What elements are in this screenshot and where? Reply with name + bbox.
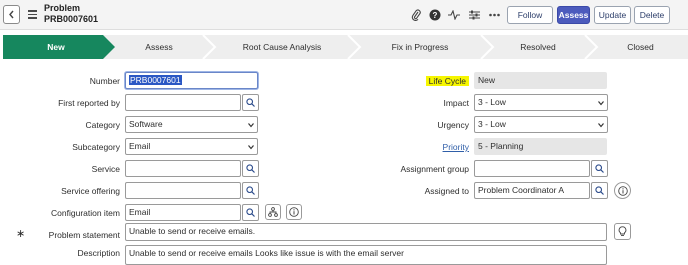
configuration-item-field[interactable]: Email [125,204,241,221]
life-cycle-field: New [474,72,607,89]
category-value: Software [129,119,163,129]
stage-new: New [47,42,65,52]
chevron-down-icon [598,101,604,106]
number-value: PRB0007601 [129,75,182,85]
update-button[interactable]: Update [594,6,631,24]
stage-closed: Closed [627,42,654,52]
assess-button[interactable]: Assess [557,6,590,24]
assignment-group-label: Assignment group [400,164,469,174]
search-icon [595,186,604,195]
activity-icon[interactable] [447,8,461,22]
assignment-group-field[interactable] [474,160,590,177]
hierarchy-icon [268,207,278,217]
urgency-value: 3 - Low [478,119,506,129]
impact-label: Impact [443,98,469,108]
assignment-group-lookup-button[interactable] [591,160,608,177]
required-mark: ∗ [16,228,26,240]
category-label: Category [85,120,121,130]
info-icon [289,207,299,217]
assigned-to-field[interactable]: Problem Coordinator A [474,182,590,199]
stage-root-cause-analysis: Root Cause Analysis [242,42,322,52]
problem-statement-field[interactable]: Unable to send or receive emails. [125,223,607,241]
life-cycle-label-text: Life Cycle [425,76,469,86]
description-label: Description [77,248,120,258]
service-field[interactable] [125,160,241,177]
life-cycle-label: Life Cycle [380,75,469,87]
stage-assess: Assess [145,42,173,52]
search-icon [246,98,255,107]
search-icon [246,186,255,195]
suggestion-button[interactable] [614,223,631,240]
dependency-map-button[interactable] [265,204,281,220]
ci-info-button[interactable] [286,204,302,220]
back-button[interactable] [3,5,20,24]
record-type-title: Problem [44,3,81,13]
first-reported-by-field[interactable] [125,94,241,111]
first-reported-by-lookup-button[interactable] [242,94,259,111]
follow-button[interactable]: Follow [507,6,553,24]
problem-statement-label-text: Problem statement [48,230,120,240]
number-field[interactable]: PRB0007601 [125,72,258,89]
help-icon[interactable]: ? [428,8,442,22]
first-reported-by-label: First reported by [58,98,120,108]
info-icon [617,185,628,196]
subcategory-value: Email [129,141,151,151]
more-icon[interactable] [487,8,501,22]
search-icon [595,164,604,173]
priority-link[interactable]: Priority [380,141,469,153]
stage-resolved: Resolved [520,42,556,52]
chevron-down-icon [598,123,604,128]
chevron-down-icon [248,145,254,150]
assigned-to-lookup-button[interactable] [591,182,608,199]
urgency-label: Urgency [437,120,469,130]
urgency-select[interactable]: 3 - Low [474,116,608,133]
form-header: Problem PRB0007601 ? Follow Assess Updat… [0,0,688,30]
category-select[interactable]: Software [125,116,258,133]
process-flow: New Assess Root Cause Analysis Fix in Pr… [3,35,688,59]
context-menu-icon[interactable] [28,10,37,19]
paperclip-icon[interactable] [409,8,423,22]
priority-field: 5 - Planning [474,138,607,155]
service-offering-label: Service offering [61,186,120,196]
description-field[interactable]: Unable to send or receive emails Looks l… [125,245,607,265]
svg-text:?: ? [433,11,438,20]
search-icon [246,208,255,217]
subcategory-select[interactable]: Email [125,138,258,155]
record-number-title: PRB0007601 [44,14,99,24]
number-label: Number [89,76,120,86]
chevron-down-icon [248,123,254,128]
stage-fix-in-progress: Fix in Progress [391,42,449,52]
delete-button[interactable]: Delete [634,6,670,24]
service-offering-lookup-button[interactable] [242,182,259,199]
search-icon [246,164,255,173]
impact-select[interactable]: 3 - Low [474,94,608,111]
service-offering-field[interactable] [125,182,241,199]
lightbulb-icon [618,226,627,236]
impact-value: 3 - Low [478,97,506,107]
configuration-item-lookup-button[interactable] [242,204,259,221]
chevron-left-icon [9,10,14,19]
service-label: Service [91,164,120,174]
service-lookup-button[interactable] [242,160,259,177]
settings-icon[interactable] [467,8,481,22]
assigned-to-label: Assigned to [424,186,469,196]
subcategory-label: Subcategory [72,142,120,152]
problem-statement-label: ∗ Problem statement [16,228,120,241]
assigned-to-info-button[interactable] [614,182,631,199]
configuration-item-label: Configuration item [51,208,120,218]
